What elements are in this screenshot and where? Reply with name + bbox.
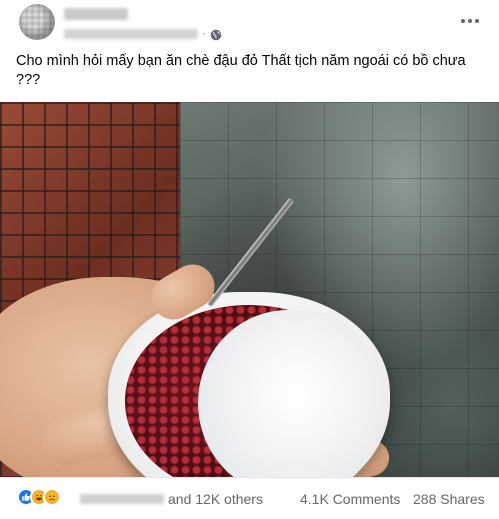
facebook-post: · Cho mình hỏi mấy bạn ăn chè đậu đỏ Thấ… xyxy=(0,0,499,519)
meta-separator: · xyxy=(202,28,206,40)
post-meta: · xyxy=(64,27,222,41)
share-count[interactable]: 288 Shares xyxy=(413,491,485,508)
more-options-icon[interactable] xyxy=(459,12,481,30)
reaction-count[interactable]: and 12K others xyxy=(168,491,263,508)
post-footer: and 12K others 4.1K Comments 288 Shares xyxy=(0,477,499,519)
post-time-redacted[interactable] xyxy=(64,29,198,39)
post-text: Cho mình hỏi mấy bạn ăn chè đậu đỏ Thất … xyxy=(16,53,466,88)
post-header: · xyxy=(0,0,499,46)
sad-icon[interactable] xyxy=(43,488,61,506)
author-avatar[interactable] xyxy=(19,4,55,40)
reactor-names-redacted[interactable] xyxy=(80,494,164,504)
reaction-icons[interactable] xyxy=(17,488,61,506)
comment-count[interactable]: 4.1K Comments xyxy=(300,491,400,508)
author-name-redacted[interactable] xyxy=(64,8,128,20)
coconut-milk xyxy=(198,310,378,477)
globe-icon[interactable] xyxy=(210,28,222,41)
post-photo[interactable] xyxy=(0,102,499,477)
